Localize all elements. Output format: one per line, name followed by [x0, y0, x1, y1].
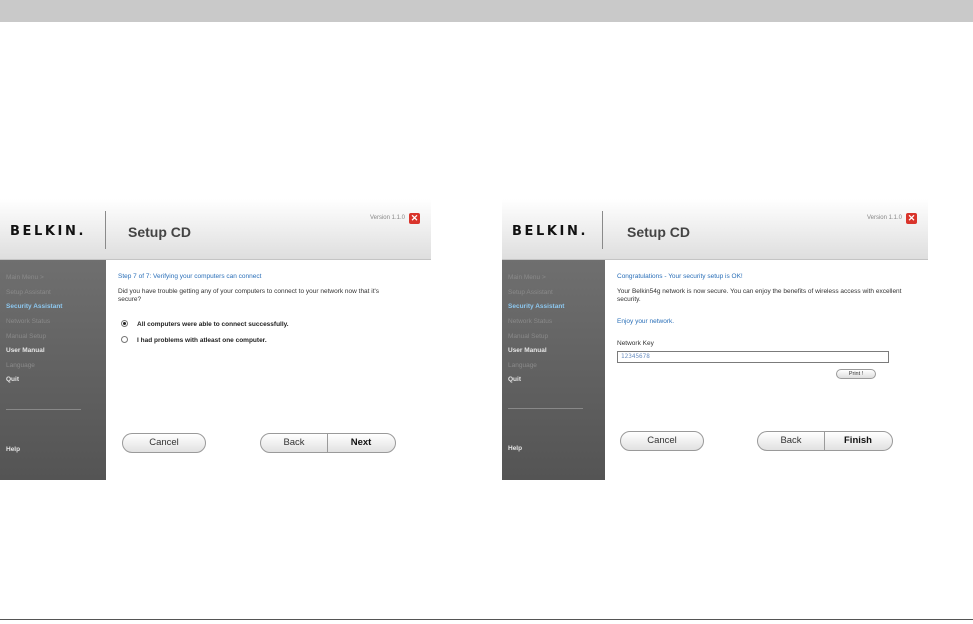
- step-title: Step 7 of 7: Verifying your computers ca…: [118, 273, 262, 280]
- sidebar-item-setup-assistant[interactable]: Setup Assistant: [508, 289, 553, 296]
- sidebar-item-user-manual[interactable]: User Manual: [6, 347, 45, 354]
- belkin-logo: BELKIN.: [10, 224, 87, 239]
- sidebar-help[interactable]: Help: [508, 445, 522, 452]
- network-key-label: Network Key: [617, 340, 654, 347]
- belkin-logo: BELKIN.: [512, 224, 589, 239]
- close-icon[interactable]: ✕: [906, 213, 917, 224]
- success-message: Your Belkin54g network is now secure. Yo…: [617, 288, 902, 303]
- step-title: Congratulations - Your security setup is…: [617, 273, 743, 280]
- back-next-button-group: Back Next: [260, 433, 396, 453]
- sidebar-item-language[interactable]: Language: [6, 362, 35, 369]
- setup-window-step7: BELKIN. Setup CD Version 1.1.0 ✕ Main Me…: [0, 199, 431, 480]
- top-band: [0, 0, 973, 22]
- sidebar-item-security-assistant[interactable]: Security Assistant: [6, 303, 62, 310]
- version-label: Version 1.1.0: [866, 215, 902, 221]
- sidebar-item-manual-setup[interactable]: Manual Setup: [508, 333, 548, 340]
- setup-window-complete: BELKIN. Setup CD Version 1.1.0 ✕ Main Me…: [502, 199, 928, 480]
- sidebar-item-network-status[interactable]: Network Status: [6, 318, 50, 325]
- sidebar-item-quit[interactable]: Quit: [6, 376, 19, 383]
- sidebar: Main Menu > Setup Assistant Security Ass…: [0, 260, 106, 480]
- sidebar-help[interactable]: Help: [6, 446, 20, 453]
- radio-unselected[interactable]: [121, 336, 128, 343]
- option-label: All computers were able to connect succe…: [137, 321, 289, 329]
- sidebar-divider: [508, 408, 583, 409]
- back-button[interactable]: Back: [261, 434, 328, 452]
- radio-selected[interactable]: [121, 320, 128, 327]
- sidebar-item-setup-assistant[interactable]: Setup Assistant: [6, 289, 51, 296]
- sidebar-item-network-status[interactable]: Network Status: [508, 318, 552, 325]
- sidebar-item-security-assistant[interactable]: Security Assistant: [508, 303, 564, 310]
- sidebar-item-main-menu[interactable]: Main Menu >: [508, 274, 546, 281]
- next-button[interactable]: Next: [327, 434, 395, 452]
- cancel-button[interactable]: Cancel: [620, 431, 704, 451]
- back-finish-button-group: Back Finish: [757, 431, 893, 451]
- app-title: Setup CD: [627, 224, 690, 240]
- option-label: I had problems with atleast one computer…: [137, 337, 267, 345]
- window-header: BELKIN. Setup CD Version 1.1.0 ✕: [502, 199, 928, 260]
- cancel-button[interactable]: Cancel: [122, 433, 206, 453]
- finish-button[interactable]: Finish: [824, 432, 892, 450]
- sidebar-item-language[interactable]: Language: [508, 362, 537, 369]
- window-header: BELKIN. Setup CD Version 1.1.0 ✕: [0, 199, 431, 260]
- option-all-connected[interactable]: All computers were able to connect succe…: [121, 320, 289, 329]
- question-text: Did you have trouble getting any of your…: [118, 288, 380, 303]
- header-divider: [105, 211, 106, 249]
- enjoy-network-text: Enjoy your network.: [617, 318, 675, 325]
- bottom-rule: [0, 619, 973, 620]
- sidebar-divider: [6, 409, 81, 410]
- sidebar-item-quit[interactable]: Quit: [508, 376, 521, 383]
- sidebar-item-main-menu[interactable]: Main Menu >: [6, 274, 44, 281]
- sidebar: Main Menu > Setup Assistant Security Ass…: [502, 260, 605, 480]
- close-icon[interactable]: ✕: [409, 213, 420, 224]
- app-title: Setup CD: [128, 224, 191, 240]
- version-label: Version 1.1.0: [369, 215, 405, 221]
- sidebar-item-user-manual[interactable]: User Manual: [508, 347, 547, 354]
- print-button[interactable]: Print !: [836, 369, 876, 379]
- option-had-problems[interactable]: I had problems with atleast one computer…: [121, 336, 267, 345]
- back-button[interactable]: Back: [758, 432, 825, 450]
- network-key-field[interactable]: 12345678: [617, 351, 889, 363]
- sidebar-item-manual-setup[interactable]: Manual Setup: [6, 333, 46, 340]
- header-divider: [602, 211, 603, 249]
